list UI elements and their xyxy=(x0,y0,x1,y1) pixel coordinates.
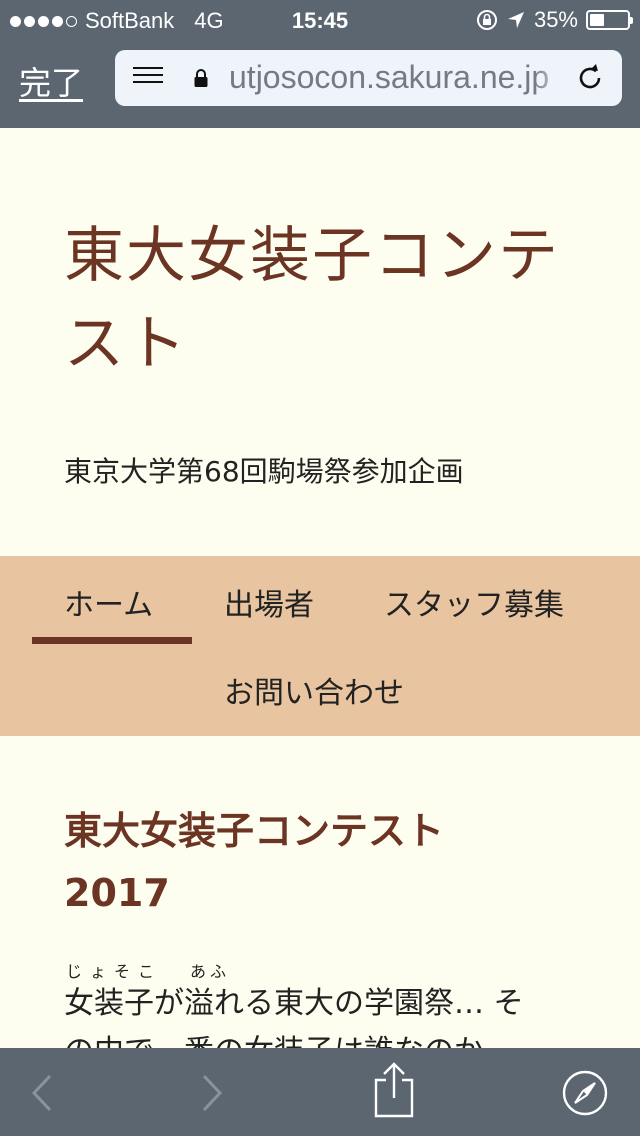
reload-icon[interactable] xyxy=(575,63,605,93)
orientation-lock-icon xyxy=(476,10,497,30)
site-description: 東京大学第68回駒場祭参加企画 xyxy=(64,455,464,488)
lock-icon xyxy=(194,69,208,87)
battery-percent: 35% xyxy=(533,7,578,32)
url-fade xyxy=(535,50,565,106)
main-menu: ホーム 出場者 スタッフ募集 お問い合わせ xyxy=(0,556,640,736)
post-title[interactable]: 東大女装子コンテスト 2017 xyxy=(64,800,584,924)
share-icon[interactable] xyxy=(373,1062,415,1118)
post-title-line1: 東大女装子コンテスト xyxy=(64,809,445,853)
browser-nav-bar: 完了 utjosocon.sakura.ne.jp xyxy=(0,40,640,128)
active-menu-indicator xyxy=(32,637,192,644)
status-bar: SoftBank 4G 15:45 35% xyxy=(0,0,640,40)
site-title-line1: 東大女装子コンテ xyxy=(64,221,560,291)
site-title-line2: スト xyxy=(64,309,188,379)
url-text: utjosocon.sakura.ne.jp xyxy=(229,59,550,95)
menu-item-contact[interactable]: お問い合わせ xyxy=(224,668,404,712)
post-body-line1: 女装子が溢れる東大の学園祭… そ xyxy=(64,986,524,1021)
menu-item-staff-recruitment[interactable]: スタッフ募集 xyxy=(384,580,564,624)
back-icon[interactable] xyxy=(30,1074,54,1112)
status-right: 35% xyxy=(476,7,633,33)
battery-icon xyxy=(586,10,633,30)
reader-icon[interactable] xyxy=(133,67,163,89)
menu-item-contestants[interactable]: 出場者 xyxy=(224,580,314,624)
post-title-line2: 2017 xyxy=(64,871,170,915)
location-arrow-icon xyxy=(507,12,524,28)
site-title[interactable]: 東大女装子コンテ スト xyxy=(64,212,604,388)
menu-item-home[interactable]: ホーム xyxy=(64,580,153,624)
safari-compass-icon[interactable] xyxy=(562,1070,608,1116)
done-button[interactable]: 完了 xyxy=(19,58,83,104)
address-bar[interactable]: utjosocon.sakura.ne.jp xyxy=(115,50,622,106)
browser-toolbar xyxy=(0,1048,640,1136)
forward-icon[interactable] xyxy=(200,1074,224,1112)
